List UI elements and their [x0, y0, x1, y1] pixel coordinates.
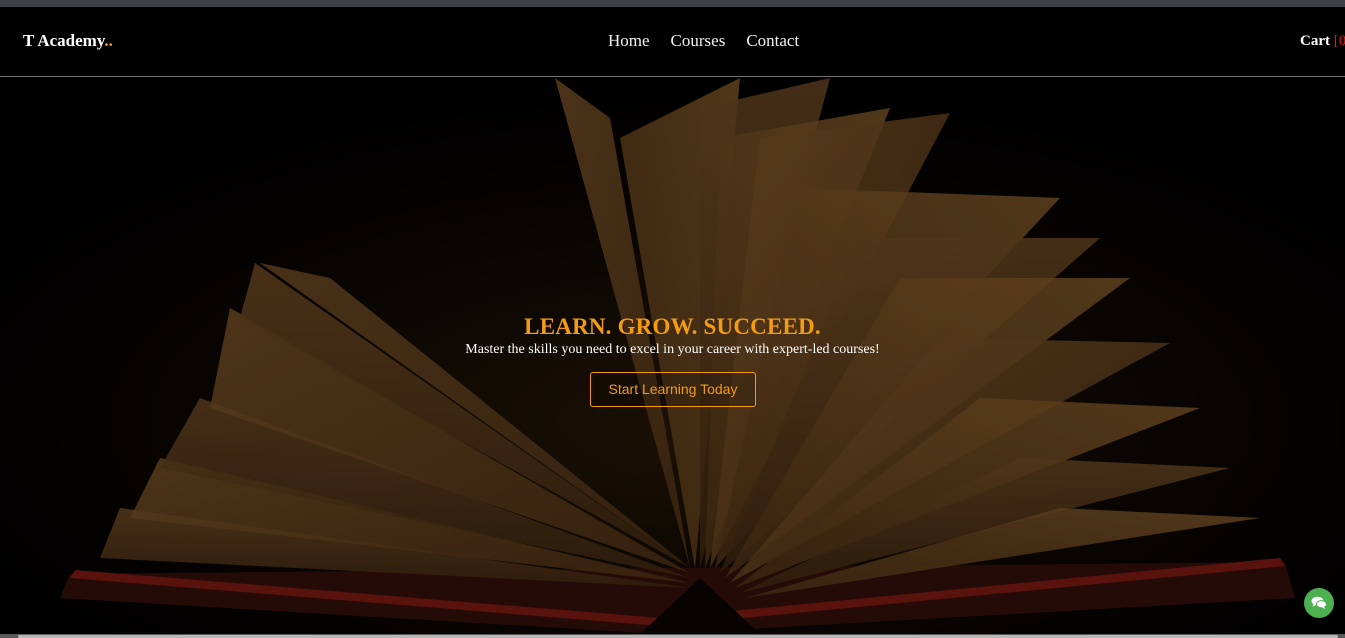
- navbar: T Academy.. Home Courses Contact Cart [0…: [0, 7, 1345, 77]
- nav-courses[interactable]: Courses: [671, 31, 726, 53]
- brand-dots: ..: [104, 31, 113, 50]
- hero-content: LEARN. GROW. SUCCEED. Master the skills …: [0, 314, 1345, 407]
- cart-link[interactable]: Cart [0]: [1300, 32, 1345, 50]
- brand-logo[interactable]: T Academy..: [23, 31, 113, 51]
- horizontal-scrollbar[interactable]: [0, 634, 1345, 638]
- hero-subline: Master the skills you need to excel in y…: [465, 342, 880, 357]
- hero-headline: LEARN. GROW. SUCCEED.: [524, 314, 821, 339]
- brand-name: T Academy: [23, 31, 105, 50]
- nav-contact[interactable]: Contact: [746, 31, 799, 53]
- start-learning-button[interactable]: Start Learning Today: [589, 372, 757, 407]
- nav-home[interactable]: Home: [608, 31, 650, 53]
- browser-top-strip: [0, 0, 1345, 7]
- hero-section: LEARN. GROW. SUCCEED. Master the skills …: [0, 78, 1345, 634]
- chat-bubbles-icon: [1311, 596, 1327, 610]
- cart-label: Cart: [1300, 33, 1330, 49]
- cart-count: [0]: [1333, 33, 1345, 49]
- chat-button[interactable]: [1304, 588, 1334, 618]
- main-nav: Home Courses Contact: [608, 31, 799, 53]
